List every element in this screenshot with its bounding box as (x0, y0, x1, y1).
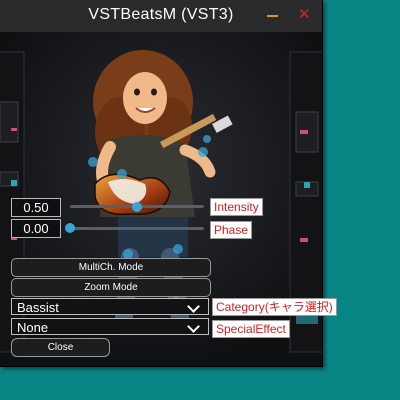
category-dropdown[interactable]: Bassist (11, 298, 209, 315)
special-effect-dropdown[interactable]: None (11, 318, 209, 335)
chevron-down-icon (187, 320, 200, 333)
phase-value-field[interactable]: 0.00 (11, 219, 61, 238)
close-icon[interactable]: ✕ (298, 6, 311, 24)
phase-label: Phase (210, 221, 253, 239)
intensity-label: Intensity (210, 198, 263, 216)
chevron-down-icon (187, 300, 200, 313)
close-button[interactable]: Close (11, 338, 110, 357)
multich-mode-button[interactable]: MultiCh. Mode (11, 258, 211, 277)
zoom-mode-button[interactable]: Zoom Mode (11, 278, 211, 297)
title-bar[interactable]: VSTBeatsM (VST3) ✕ (0, 0, 322, 32)
intensity-value-field[interactable]: 0.50 (11, 198, 61, 217)
category-selected-value: Bassist (17, 300, 59, 315)
special-effect-selected-value: None (17, 320, 49, 335)
special-effect-label: SpecialEffect (212, 320, 290, 338)
intensity-slider-thumb[interactable] (132, 202, 142, 212)
category-label: Category(キャラ選択) (212, 298, 337, 316)
phase-slider-track[interactable] (70, 227, 204, 230)
phase-slider-thumb[interactable] (65, 223, 75, 233)
